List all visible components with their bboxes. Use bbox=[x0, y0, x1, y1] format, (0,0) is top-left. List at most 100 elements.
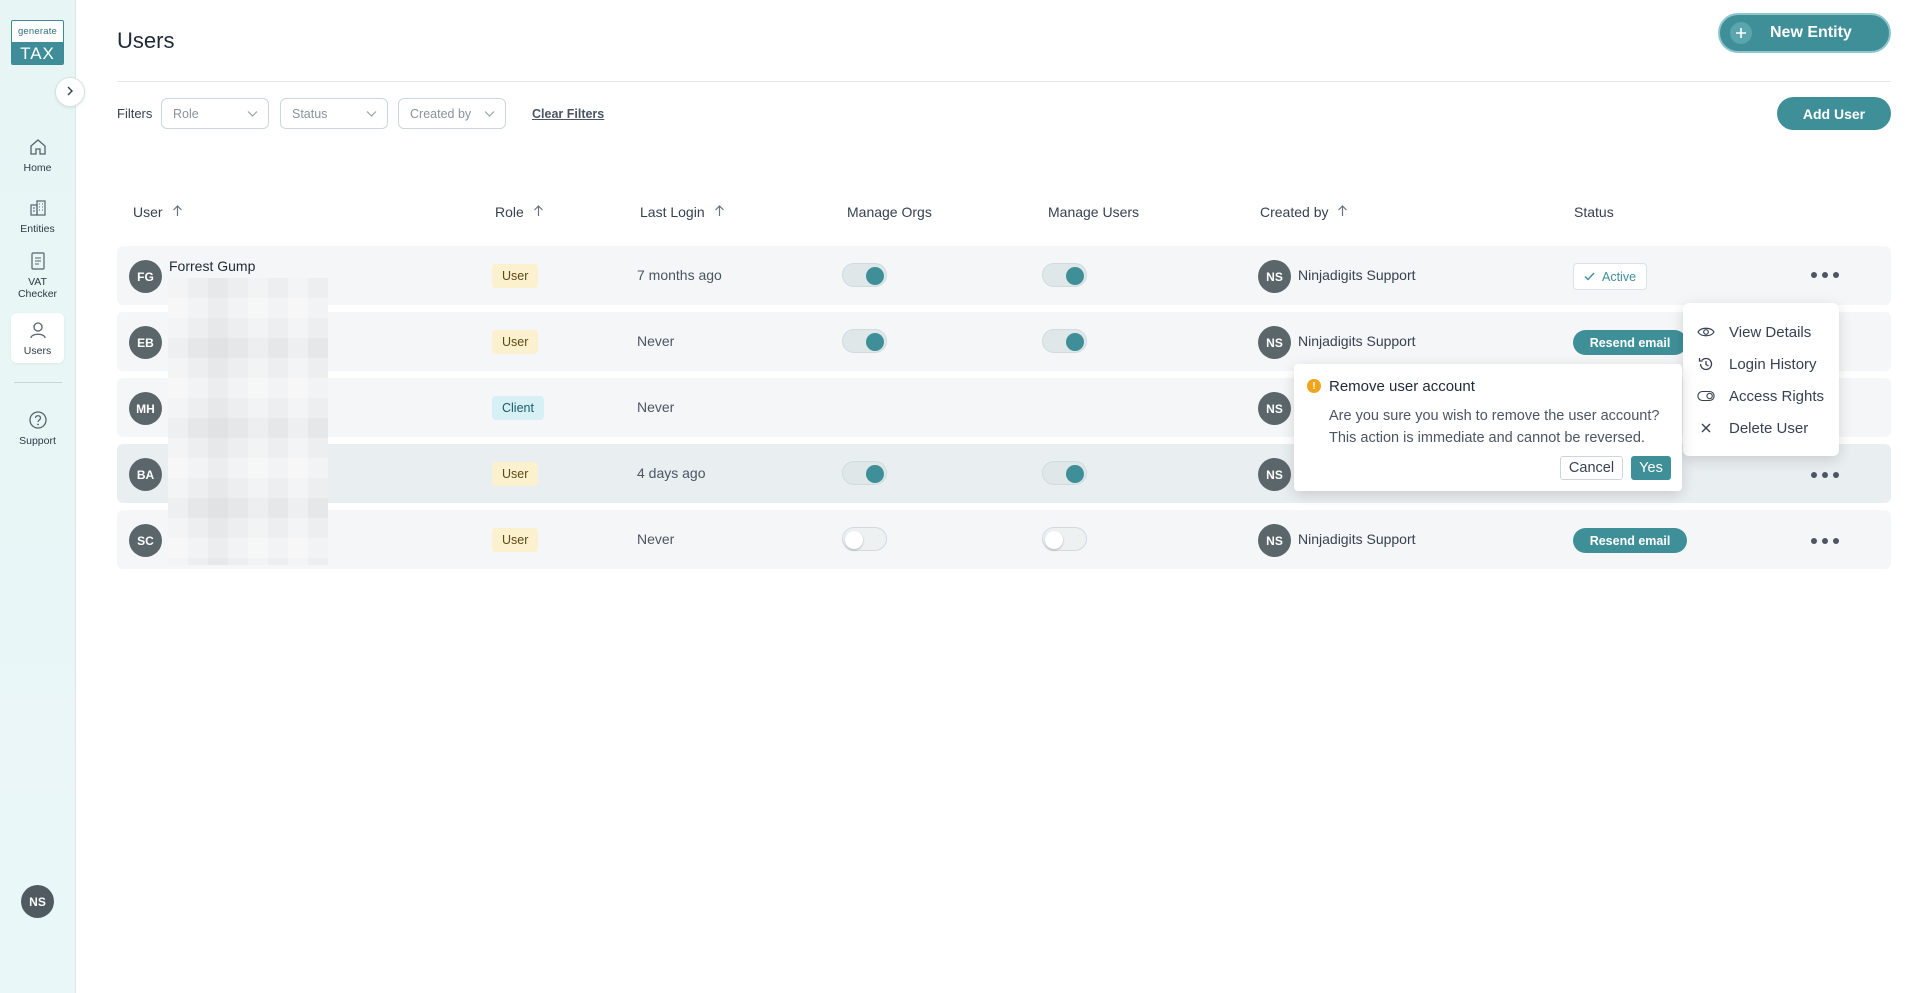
manage-users-toggle[interactable] bbox=[1042, 263, 1087, 287]
sidebar-item-vat-checker[interactable]: VAT Checker bbox=[11, 250, 64, 304]
row-actions-button[interactable] bbox=[1811, 534, 1839, 548]
row-actions-button[interactable] bbox=[1811, 468, 1839, 482]
manage-users-toggle[interactable] bbox=[1042, 329, 1087, 353]
confirm-message: Are you sure you wish to remove the user… bbox=[1329, 408, 1660, 446]
chevron-down-icon bbox=[484, 108, 495, 122]
remove-user-confirm-popover: ! Remove user account Are you sure you w… bbox=[1294, 364, 1682, 491]
column-header-label: Created by bbox=[1260, 204, 1329, 220]
table-row[interactable]: SC User Never NS Ninjadigits Support Res… bbox=[117, 510, 1891, 569]
table-row[interactable]: EB User Never NS Ninjadigits Support Res… bbox=[117, 312, 1891, 371]
column-header-label: Last Login bbox=[640, 204, 705, 220]
creator-avatar: NS bbox=[1258, 326, 1291, 359]
column-header-role[interactable]: Role bbox=[495, 204, 544, 220]
creator-avatar: NS bbox=[1258, 524, 1291, 557]
status-badge: Active bbox=[1573, 263, 1648, 290]
manage-orgs-toggle[interactable] bbox=[842, 329, 887, 353]
status-filter-select[interactable]: Status bbox=[280, 98, 388, 129]
sidebar-item-home[interactable]: Home bbox=[11, 136, 64, 178]
creator-name: Ninjadigits Support bbox=[1298, 267, 1416, 283]
role-badge: Client bbox=[492, 396, 544, 420]
role-badge: User bbox=[492, 264, 539, 288]
resend-email-button[interactable]: Resend email bbox=[1573, 528, 1687, 553]
menu-item-login-history[interactable]: Login History bbox=[1697, 353, 1817, 375]
app-logo[interactable]: generate TAX bbox=[11, 20, 64, 65]
manage-orgs-toggle[interactable] bbox=[842, 527, 887, 551]
sort-arrow-up-icon bbox=[172, 204, 183, 220]
last-login: Never bbox=[637, 399, 675, 415]
sort-arrow-up-icon bbox=[1337, 204, 1348, 220]
resend-email-button[interactable]: Resend email bbox=[1573, 330, 1687, 355]
sidebar: generate TAX Home Entities VAT Checker U… bbox=[0, 0, 85, 993]
menu-item-view-details[interactable]: View Details bbox=[1697, 321, 1811, 343]
yes-button[interactable]: Yes bbox=[1631, 456, 1671, 480]
sidebar-item-label: VAT Checker bbox=[17, 276, 58, 300]
document-icon bbox=[27, 250, 49, 272]
sort-arrow-up-icon bbox=[714, 204, 725, 220]
warning-icon: ! bbox=[1307, 379, 1321, 393]
creator-avatar: NS bbox=[1258, 458, 1291, 491]
row-actions-menu: View Details Login History Access Rights… bbox=[1683, 303, 1839, 456]
menu-item-label: Access Rights bbox=[1729, 387, 1825, 405]
user-icon bbox=[27, 319, 49, 341]
sort-arrow-up-icon bbox=[533, 204, 544, 220]
new-entity-button[interactable]: New Entity bbox=[1718, 13, 1891, 53]
user-avatar: EB bbox=[129, 326, 162, 359]
role-badge: User bbox=[492, 330, 539, 354]
last-login: Never bbox=[637, 531, 675, 547]
sidebar-divider bbox=[14, 382, 62, 383]
manage-users-toggle[interactable] bbox=[1042, 527, 1087, 551]
page-title: Users bbox=[117, 28, 175, 53]
help-circle-icon bbox=[27, 409, 49, 431]
sidebar-item-entities[interactable]: Entities bbox=[11, 197, 64, 239]
sidebar-expand-button[interactable] bbox=[55, 77, 85, 107]
last-login: 7 months ago bbox=[637, 267, 722, 283]
home-icon bbox=[27, 136, 49, 158]
column-header-label: Role bbox=[495, 204, 524, 220]
column-header-created-by[interactable]: Created by bbox=[1260, 204, 1348, 220]
chevron-down-icon bbox=[366, 108, 377, 122]
column-header-label: Status bbox=[1574, 204, 1614, 220]
creator-name: Ninjadigits Support bbox=[1298, 333, 1416, 349]
logo-top-text: generate bbox=[17, 26, 58, 37]
last-login: 4 days ago bbox=[637, 465, 706, 481]
current-user-avatar[interactable]: NS bbox=[21, 885, 54, 918]
user-name: Forrest Gump bbox=[169, 258, 256, 274]
creator-name: Ninjadigits Support bbox=[1298, 531, 1416, 547]
last-login: Never bbox=[637, 333, 675, 349]
column-header-last-login[interactable]: Last Login bbox=[640, 204, 725, 220]
column-header-user[interactable]: User bbox=[133, 204, 183, 220]
manage-orgs-toggle[interactable] bbox=[842, 263, 887, 287]
manage-users-toggle[interactable] bbox=[1042, 461, 1087, 485]
creator-avatar: NS bbox=[1258, 260, 1291, 293]
role-filter-select[interactable]: Role bbox=[161, 98, 269, 129]
menu-item-label: Delete User bbox=[1729, 419, 1809, 437]
creator-avatar: NS bbox=[1258, 392, 1291, 425]
manage-orgs-toggle[interactable] bbox=[842, 461, 887, 485]
logo-bottom-text: TAX bbox=[12, 42, 63, 64]
column-header-manage-orgs: Manage Orgs bbox=[847, 204, 932, 220]
menu-item-access-rights[interactable]: Access Rights bbox=[1697, 385, 1824, 407]
table-row[interactable]: FG Forrest Gump User 7 months ago NS Nin… bbox=[117, 246, 1891, 305]
column-header-label: User bbox=[133, 204, 163, 220]
sidebar-item-label: Support bbox=[19, 435, 56, 447]
user-avatar: FG bbox=[129, 260, 162, 293]
cancel-button[interactable]: Cancel bbox=[1560, 456, 1623, 480]
row-actions-button[interactable] bbox=[1811, 268, 1839, 282]
user-avatar: MH bbox=[129, 392, 162, 425]
column-header-status: Status bbox=[1574, 204, 1614, 220]
chevron-right-icon bbox=[65, 83, 75, 101]
sidebar-item-users[interactable]: Users bbox=[11, 313, 64, 363]
redacted-names bbox=[168, 278, 328, 565]
created-by-filter-select[interactable]: Created by bbox=[398, 98, 506, 129]
sidebar-item-label: Users bbox=[23, 345, 52, 357]
clear-filters-link[interactable]: Clear Filters bbox=[532, 107, 604, 121]
sidebar-item-support[interactable]: Support bbox=[11, 409, 64, 451]
created-by-filter-placeholder: Created by bbox=[410, 106, 472, 121]
close-icon bbox=[1697, 422, 1715, 434]
status-filter-placeholder: Status bbox=[292, 106, 328, 121]
header-divider bbox=[117, 81, 1891, 82]
role-badge: User bbox=[492, 528, 539, 552]
menu-item-delete-user[interactable]: Delete User bbox=[1697, 417, 1808, 439]
add-user-button[interactable]: Add User bbox=[1777, 97, 1891, 130]
column-header-label: Manage Orgs bbox=[847, 204, 932, 220]
